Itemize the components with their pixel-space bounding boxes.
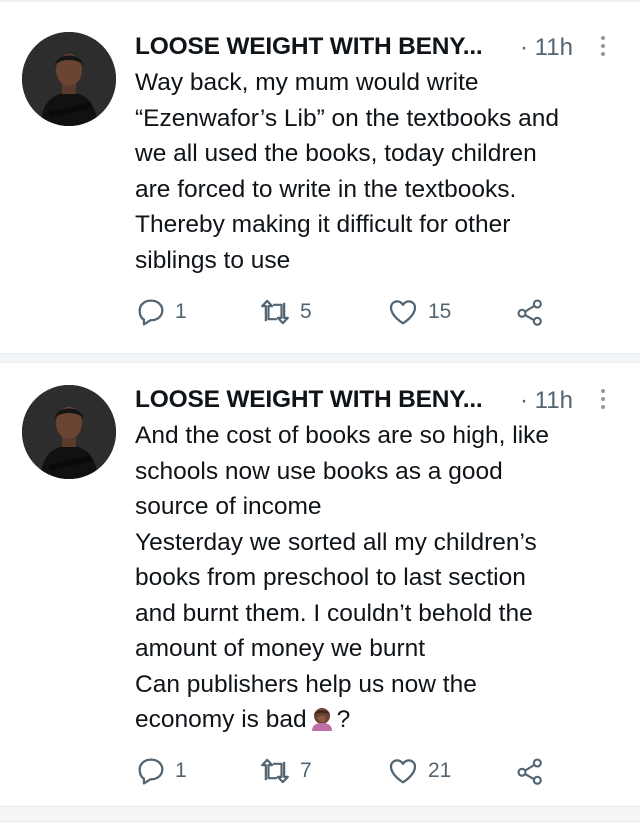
- tweet-text-line: are forced to write in the textbooks.: [135, 175, 517, 203]
- share-icon: [517, 299, 542, 326]
- tweet-text-line: “Ezenwafor’s Lib” on the textbooks and: [135, 104, 560, 132]
- tweet-text-line: Can publishers help us now the: [135, 670, 477, 698]
- tweet-divider: [0, 806, 640, 822]
- tweet-text-line: siblings to use: [135, 246, 291, 274]
- tweet-text-line: we all used the books, today children: [135, 140, 537, 167]
- like-button[interactable]: 21: [386, 753, 451, 789]
- avatar[interactable]: [22, 385, 116, 479]
- tweet-text: Way back, my mum would write “Ezenwafor’…: [135, 65, 620, 278]
- tweet-text-segment: ?: [336, 706, 351, 733]
- avatar-image: [22, 32, 116, 126]
- reply-count: 1: [175, 759, 187, 782]
- more-options-icon[interactable]: [598, 389, 608, 413]
- tweet-text-line: schools now use books as a good: [135, 457, 503, 485]
- avatar-image: [22, 385, 116, 479]
- tweet-text-line: Thereby making it difficult for other: [135, 211, 511, 238]
- like-button[interactable]: 15: [386, 294, 451, 330]
- retweet-button[interactable]: 5: [258, 294, 312, 330]
- reply-button[interactable]: 1: [135, 294, 187, 330]
- tweet-text-line: And the cost of books are so high, like: [135, 422, 550, 449]
- share-button[interactable]: [514, 294, 546, 330]
- retweet-button[interactable]: 7: [258, 753, 312, 789]
- woman-facepalming-emoji-icon: [311, 708, 332, 731]
- tweet-text-segment: economy is bad: [135, 706, 307, 733]
- tweet-text-line: amount of money we burnt: [135, 635, 426, 662]
- tweet-text-line: books from preschool to last section: [135, 564, 526, 591]
- tweet[interactable]: LOOSE WEIGHT WITH BENY... · 11h Way back…: [0, 0, 640, 353]
- timestamp[interactable]: · 11h: [520, 34, 573, 62]
- retweet-icon: [261, 758, 289, 784]
- tweet-text-line: and burnt them. I couldn’t behold the: [135, 599, 533, 627]
- heart-icon: [389, 759, 417, 784]
- timestamp[interactable]: · 11h: [520, 387, 573, 415]
- more-options-icon[interactable]: [598, 36, 608, 60]
- share-icon: [517, 758, 542, 785]
- tweet-text-line: Yesterday we sorted all my children’s: [135, 528, 537, 556]
- reply-button[interactable]: 1: [135, 753, 187, 789]
- author-name[interactable]: LOOSE WEIGHT WITH BENY...: [135, 386, 483, 414]
- tweet-text-line: source of income: [135, 493, 322, 520]
- tweet-text: And the cost of books are so high, like …: [135, 418, 620, 738]
- avatar[interactable]: [22, 32, 116, 126]
- reply-icon: [138, 758, 164, 785]
- retweet-icon: [261, 299, 289, 325]
- like-count: 21: [428, 759, 452, 782]
- author-name[interactable]: LOOSE WEIGHT WITH BENY...: [135, 33, 483, 61]
- reply-count: 1: [175, 300, 187, 323]
- like-count: 15: [428, 300, 452, 323]
- tweet-divider: [0, 353, 640, 363]
- tweet-text-line: Way back, my mum would write: [135, 69, 479, 96]
- tweet-actions: 1 7 21: [0, 753, 640, 789]
- tweet[interactable]: LOOSE WEIGHT WITH BENY... · 11h And the …: [0, 363, 640, 803]
- retweet-count: 7: [300, 759, 312, 782]
- tweet-text-line: economy is bad?: [135, 702, 620, 738]
- retweet-count: 5: [300, 300, 312, 323]
- reply-icon: [138, 299, 164, 326]
- share-button[interactable]: [514, 753, 546, 789]
- heart-icon: [389, 300, 417, 325]
- tweet-actions: 1 5 15: [0, 294, 640, 330]
